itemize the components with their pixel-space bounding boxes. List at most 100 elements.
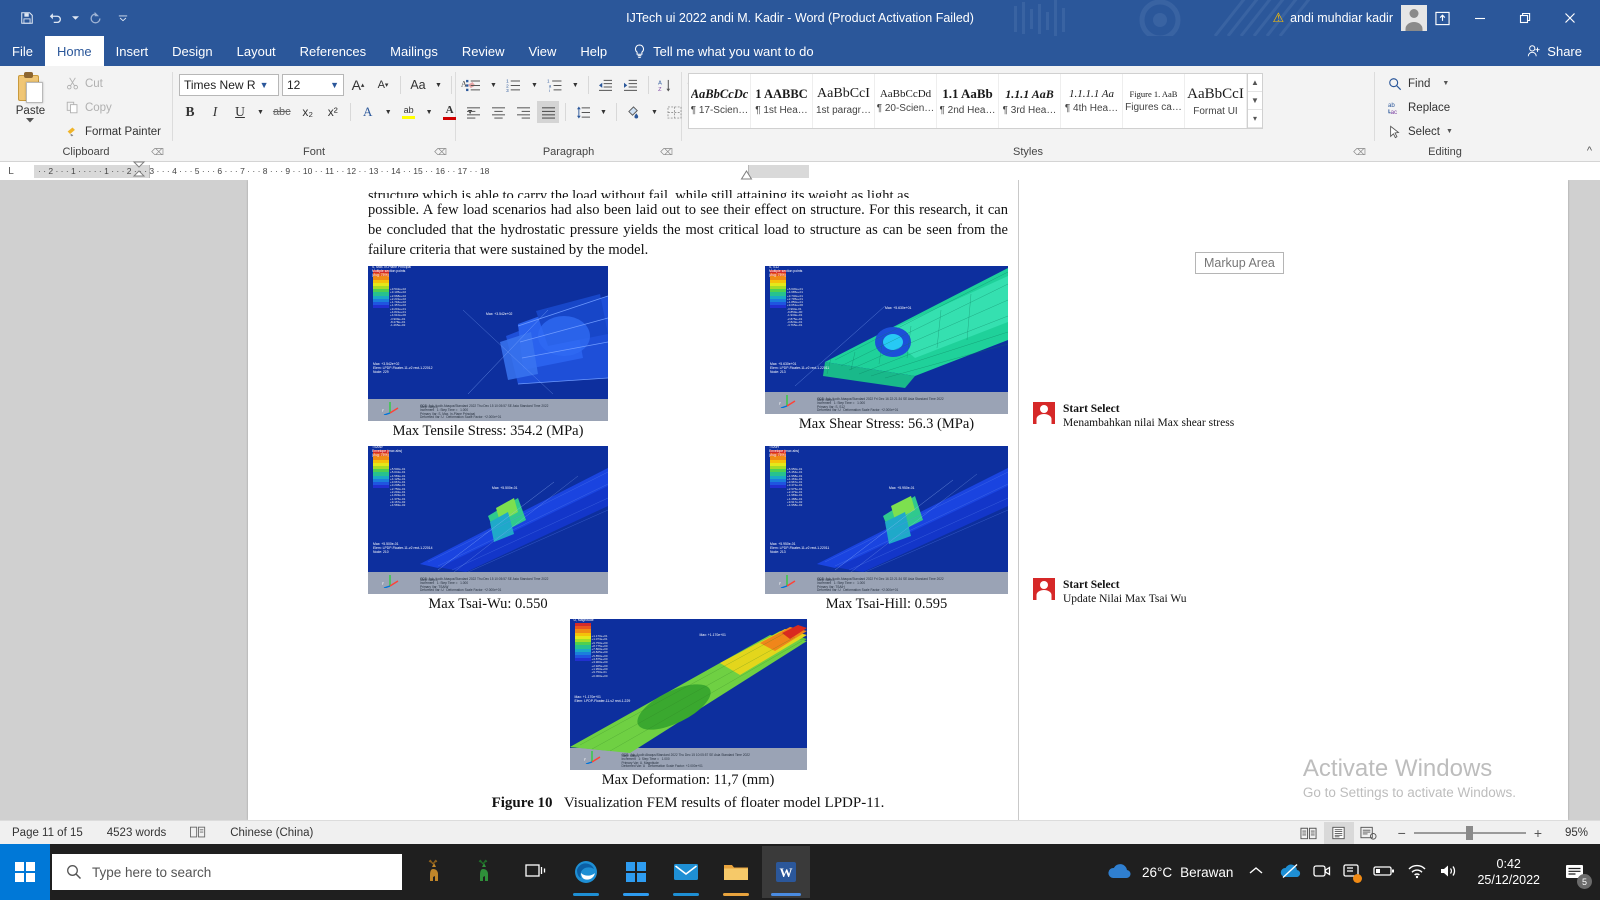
weather-widget[interactable]: 26°C Berawan [1106,862,1233,882]
notification-center-icon[interactable]: 5 [1558,855,1592,889]
ruler-track[interactable]: · · 2 · · · 1 · · · · · 1 · · · 2 · · · … [24,161,1024,181]
comment-text[interactable]: Menambahkan nilai Max shear stress [1063,416,1234,430]
zoom-control[interactable]: − + 95% [1398,825,1588,841]
align-right-icon[interactable] [512,101,534,123]
chevron-down-icon[interactable]: ▼ [487,74,500,96]
shading-icon[interactable] [623,101,645,123]
tab-mailings[interactable]: Mailings [378,36,450,66]
ribbon-display-options-icon[interactable] [1427,0,1457,36]
align-left-icon[interactable] [462,101,484,123]
right-indent-marker[interactable] [740,169,753,181]
sort-icon[interactable]: AZ [655,74,677,96]
styles-scroll-down-icon[interactable]: ▼ [1248,92,1262,110]
style-item[interactable]: AaBbCcDc ¶ 17-Scien… [689,74,751,128]
italic-button[interactable]: I [204,101,226,123]
document-text-body[interactable]: structure which is able to carry the loa… [368,186,1008,260]
format-painter-button[interactable]: Format Painter [61,121,166,142]
style-item[interactable]: 1 AABBC ¶ 1st Hea… [751,74,813,128]
proofing-errors-icon[interactable] [178,826,218,839]
copy-button[interactable]: Copy [61,97,166,118]
chevron-down-icon[interactable]: ▼ [382,101,395,123]
web-layout-icon[interactable] [1354,822,1384,844]
search-input[interactable]: Type here to search [52,854,402,890]
font-name-combo[interactable]: Times New R ▼ [179,74,279,96]
chevron-down-icon[interactable]: ▼ [569,74,582,96]
styles-gallery-scroll[interactable]: ▲ ▼ ▾ [1247,74,1262,128]
tab-help[interactable]: Help [568,36,619,66]
document-page[interactable]: structure which is able to carry the loa… [248,180,1568,820]
bullets-icon[interactable] [462,74,484,96]
windows-start-icon[interactable] [0,844,50,900]
multilevel-list-icon[interactable]: 1ai [544,74,566,96]
onedrive-icon[interactable] [1279,863,1301,882]
zoom-slider[interactable] [1413,825,1526,840]
chevron-down-icon[interactable]: ▼ [528,74,541,96]
figure-max-tsai-wu[interactable]: TSAIW Envelope (max abs) (Avg: 75%) +5.5… [368,446,608,613]
fem-image-tsai-hill[interactable]: TSAIH Envelope (max abs) (Avg: 75%) +5.9… [765,446,1008,594]
paste-button[interactable]: Paste [6,70,55,123]
tab-review[interactable]: Review [450,36,517,66]
read-mode-icon[interactable] [1294,822,1324,844]
font-size-combo[interactable]: 12 ▼ [282,74,344,96]
clipboard-dialog-launcher[interactable]: ⌫ [151,147,164,158]
zoom-percentage[interactable]: 95% [1550,827,1588,839]
deer-icon-2[interactable] [462,846,510,898]
screen-icon[interactable] [1343,863,1363,883]
fem-image-deformation[interactable]: U, Magnitude +1.170e+01 +1.073e+01 +9.750e… [569,619,807,770]
style-item[interactable]: 1.1 AaBb ¶ 2nd Hea… [937,74,999,128]
style-item[interactable]: Figure 1. AaB Figures ca… [1123,74,1185,128]
taskbar-clock[interactable]: 0:42 25/12/2022 [1471,856,1546,888]
tab-file[interactable]: File [0,36,45,66]
line-spacing-icon[interactable] [572,101,594,123]
styles-more-icon[interactable]: ▾ [1248,110,1262,128]
subscript-button[interactable]: x₂ [297,101,319,123]
shrink-font-button[interactable]: A ▾ [372,74,394,96]
bold-button[interactable]: B [179,101,201,123]
status-page-number[interactable]: Page 11 of 15 [0,827,95,839]
comment-text[interactable]: Update Nilai Max Tsai Wu [1063,592,1187,606]
close-icon[interactable] [1547,0,1592,36]
restore-icon[interactable] [1502,0,1547,36]
chevron-down-icon[interactable]: ▼ [423,101,436,123]
status-language[interactable]: Chinese (China) [218,827,325,839]
replace-button[interactable]: ab ac Replace [1383,97,1458,118]
volume-icon[interactable] [1439,863,1459,882]
undo-dropdown-icon[interactable] [70,5,80,31]
redo-icon[interactable] [82,5,108,31]
mail-icon[interactable] [662,846,710,898]
save-icon[interactable] [14,5,40,31]
zoom-slider-thumb[interactable] [1465,825,1473,840]
tab-design[interactable]: Design [160,36,224,66]
figure-max-tensile-stress[interactable]: S, Max. In-Plane Principal Multiple sect… [368,266,608,440]
avatar[interactable] [1401,5,1427,31]
strikethrough-button[interactable]: abc [270,101,294,123]
cut-button[interactable]: Cut [61,73,166,94]
undo-icon[interactable] [42,5,68,31]
select-button[interactable]: Select ▼ [1383,121,1458,142]
chevron-down-icon[interactable]: ▼ [432,74,445,96]
show-hidden-icons-chevron[interactable] [1245,865,1267,879]
style-item[interactable]: AaBbCcI 1st paragr… [813,74,875,128]
styles-scroll-up-icon[interactable]: ▲ [1248,74,1262,92]
font-dialog-launcher[interactable]: ⌫ [434,147,447,158]
decrease-indent-icon[interactable] [595,74,617,96]
battery-icon[interactable] [1373,864,1395,881]
tab-insert[interactable]: Insert [104,36,161,66]
task-view-icon[interactable] [512,846,560,898]
align-center-icon[interactable] [487,101,509,123]
word-icon[interactable]: W [762,846,810,898]
numbering-icon[interactable]: 123 [503,74,525,96]
fem-image-tensile[interactable]: S, Max. In-Plane Principal Multiple sect… [368,266,608,421]
document-canvas[interactable]: structure which is able to carry the loa… [0,180,1600,820]
text-highlight-button[interactable]: ab [398,101,420,123]
comment-2[interactable]: Start Select Update Nilai Max Tsai Wu [1033,578,1293,606]
superscript-button[interactable]: x² [322,101,344,123]
zoom-in-button[interactable]: + [1534,825,1542,841]
style-item[interactable]: AaBbCcI Format UI [1185,74,1247,128]
justify-icon[interactable] [537,101,559,123]
chevron-down-icon[interactable] [26,118,35,123]
collapse-ribbon-icon[interactable]: ^ [1587,145,1592,157]
customize-quick-access-icon[interactable] [110,5,136,31]
edge-icon[interactable] [562,846,610,898]
increase-indent-icon[interactable] [620,74,642,96]
